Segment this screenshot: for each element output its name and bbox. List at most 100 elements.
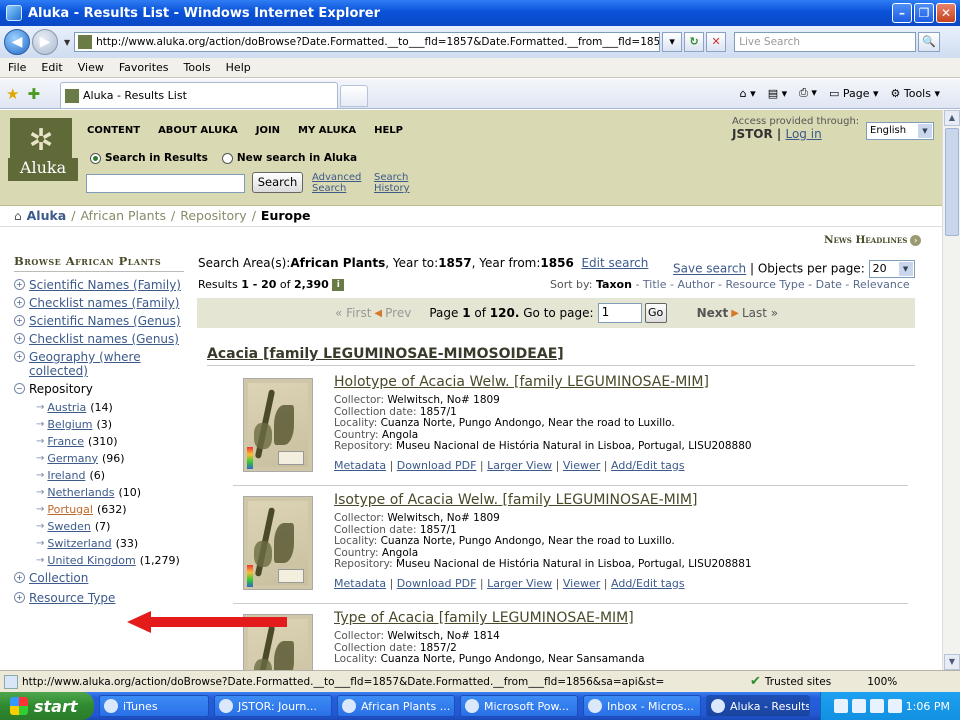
taskbar-item-african-plants[interactable]: African Plants ... bbox=[337, 695, 455, 717]
add-tags-link[interactable]: Add/Edit tags bbox=[611, 577, 685, 590]
scroll-down-icon[interactable]: ▼ bbox=[944, 654, 960, 670]
larger-view-link[interactable]: Larger View bbox=[487, 459, 552, 472]
go-button[interactable]: Go bbox=[644, 303, 667, 323]
refresh-button[interactable]: ↻ bbox=[684, 32, 705, 52]
sort-taxon[interactable]: Taxon bbox=[596, 278, 632, 291]
new-tab-button[interactable] bbox=[340, 85, 368, 107]
last-page-link[interactable]: Last » bbox=[742, 306, 778, 320]
info-icon[interactable]: i bbox=[332, 279, 345, 291]
add-tags-link[interactable]: Add/Edit tags bbox=[611, 459, 685, 472]
nav-about[interactable]: ABOUT ALUKA bbox=[158, 125, 238, 136]
viewer-link[interactable]: Viewer bbox=[563, 577, 600, 590]
home-icon[interactable]: ⌂ ▾ bbox=[740, 87, 756, 100]
taskbar-item-jstor[interactable]: JSTOR: Journ... bbox=[214, 695, 332, 717]
menu-tools[interactable]: Tools bbox=[184, 61, 211, 74]
larger-view-link[interactable]: Larger View bbox=[487, 577, 552, 590]
zoom-level[interactable]: 100% bbox=[867, 676, 897, 688]
sidebar-item-geography[interactable]: + Geography (where collected) bbox=[14, 350, 184, 378]
add-favorite-icon[interactable]: ✚ bbox=[27, 85, 40, 103]
back-button[interactable]: ◀ bbox=[4, 29, 30, 55]
stop-button[interactable]: ✕ bbox=[706, 32, 727, 52]
list-item[interactable]: → Belgium (3) bbox=[36, 417, 184, 431]
taskbar-item-powerpoint[interactable]: Microsoft Pow... bbox=[460, 695, 578, 717]
forward-button[interactable]: ▶ bbox=[32, 29, 58, 55]
scroll-up-icon[interactable]: ▲ bbox=[944, 110, 960, 126]
menu-edit[interactable]: Edit bbox=[41, 61, 62, 74]
page-menu[interactable]: ▭ Page ▾ bbox=[829, 87, 879, 100]
list-item[interactable]: → France (310) bbox=[36, 434, 184, 448]
list-item[interactable]: → Austria (14) bbox=[36, 400, 184, 414]
breadcrumb-aluka[interactable]: Aluka bbox=[27, 208, 67, 223]
radio-search-in-results[interactable]: Search in Results bbox=[90, 152, 208, 164]
download-pdf-link[interactable]: Download PDF bbox=[397, 459, 477, 472]
radio-new-search[interactable]: New search in Aluka bbox=[221, 152, 357, 164]
security-zone[interactable]: ✔ Trusted sites bbox=[750, 674, 831, 689]
close-window-button[interactable]: ✕ bbox=[936, 3, 956, 23]
start-button[interactable]: start bbox=[0, 692, 94, 720]
address-dropdown-button[interactable]: ▾ bbox=[662, 32, 683, 52]
list-item[interactable]: → Germany (96) bbox=[36, 451, 184, 465]
sidebar-item-collection[interactable]: + Collection bbox=[14, 571, 184, 585]
specimen-thumbnail[interactable] bbox=[243, 496, 313, 590]
specimen-thumbnail[interactable] bbox=[243, 378, 313, 472]
tools-menu[interactable]: ⚙ Tools ▾ bbox=[891, 87, 941, 100]
sidebar-item-sci-family[interactable]: + Scientific Names (Family) bbox=[14, 278, 184, 292]
goto-page-input[interactable]: 1 bbox=[597, 303, 642, 323]
print-icon[interactable]: ⎙ ▾ bbox=[799, 86, 817, 100]
metadata-link[interactable]: Metadata bbox=[334, 577, 386, 590]
taskbar-item-aluka[interactable]: Aluka - Results... bbox=[706, 695, 810, 717]
scroll-thumb[interactable] bbox=[945, 128, 959, 236]
family-header[interactable]: Acacia [family LEGUMINOSAE-MIMOSOIDEAE] bbox=[207, 346, 564, 362]
tray-icon[interactable] bbox=[833, 699, 848, 713]
list-item[interactable]: → Sweden (7) bbox=[36, 519, 184, 533]
search-history-link[interactable]: Search History bbox=[374, 172, 410, 194]
metadata-link[interactable]: Metadata bbox=[334, 459, 386, 472]
sidebar-item-check-genus[interactable]: + Checklist names (Genus) bbox=[14, 332, 184, 346]
record-title[interactable]: Holotype of Acacia Welw. [family LEGUMIN… bbox=[334, 374, 709, 390]
page-scrollbar[interactable]: ▲ ▼ bbox=[942, 110, 960, 670]
menu-favorites[interactable]: Favorites bbox=[119, 61, 169, 74]
prev-page-link[interactable]: Prev bbox=[385, 306, 411, 320]
menu-help[interactable]: Help bbox=[226, 61, 251, 74]
list-item[interactable]: → Switzerland (33) bbox=[36, 536, 184, 550]
sidebar-item-repository[interactable]: − Repository bbox=[14, 382, 184, 396]
list-item[interactable]: → United Kingdom (1,279) bbox=[36, 553, 184, 567]
nav-join[interactable]: JOIN bbox=[256, 125, 280, 136]
save-search-link[interactable]: Save search bbox=[673, 262, 746, 276]
language-select[interactable]: English bbox=[866, 122, 934, 140]
taskbar-item-inbox[interactable]: Inbox - Micros... bbox=[583, 695, 701, 717]
breadcrumb-african-plants[interactable]: African Plants bbox=[80, 208, 166, 223]
menu-view[interactable]: View bbox=[78, 61, 104, 74]
nav-content[interactable]: CONTENT bbox=[87, 125, 140, 136]
menu-file[interactable]: File bbox=[8, 61, 26, 74]
objects-per-page-select[interactable]: 20 bbox=[868, 260, 915, 278]
tab-aluka-results[interactable]: Aluka - Results List bbox=[60, 82, 338, 108]
first-page-link[interactable]: « First bbox=[335, 306, 371, 320]
viewer-link[interactable]: Viewer bbox=[563, 459, 600, 472]
news-headlines-link[interactable]: News Headlines › bbox=[824, 234, 922, 246]
edit-search-link[interactable]: Edit search bbox=[581, 256, 648, 270]
taskbar-item-itunes[interactable]: iTunes bbox=[99, 695, 209, 717]
sidebar-item-resource-type[interactable]: + Resource Type bbox=[14, 591, 184, 605]
feeds-icon[interactable]: ▤ ▾ bbox=[768, 87, 787, 100]
list-item[interactable]: → Ireland (6) bbox=[36, 468, 184, 482]
home-icon[interactable]: ⌂ bbox=[14, 209, 22, 223]
nav-help[interactable]: HELP bbox=[374, 125, 403, 136]
login-link[interactable]: Log in bbox=[785, 127, 821, 141]
download-pdf-link[interactable]: Download PDF bbox=[397, 577, 477, 590]
search-go-button[interactable]: 🔍 bbox=[918, 32, 941, 52]
address-field[interactable]: http://www.aluka.org/action/doBrowse?Dat… bbox=[74, 32, 661, 52]
search-input[interactable] bbox=[86, 174, 245, 193]
volume-icon[interactable] bbox=[887, 699, 902, 713]
record-title[interactable]: Type of Acacia [family LEGUMINOSAE-MIM] bbox=[334, 610, 634, 626]
history-dropdown-icon[interactable]: ▼ bbox=[64, 38, 70, 47]
nav-my-aluka[interactable]: MY ALUKA bbox=[298, 125, 356, 136]
sidebar-item-sci-genus[interactable]: + Scientific Names (Genus) bbox=[14, 314, 184, 328]
list-item[interactable]: → Netherlands (10) bbox=[36, 485, 184, 499]
tray-icon[interactable] bbox=[851, 699, 866, 713]
maximize-button[interactable]: ❐ bbox=[914, 3, 934, 23]
breadcrumb-repository[interactable]: Repository bbox=[180, 208, 246, 223]
live-search-input[interactable]: Live Search bbox=[734, 32, 917, 52]
favorites-star-icon[interactable]: ★ bbox=[6, 85, 19, 103]
minimize-button[interactable]: – bbox=[892, 3, 912, 23]
